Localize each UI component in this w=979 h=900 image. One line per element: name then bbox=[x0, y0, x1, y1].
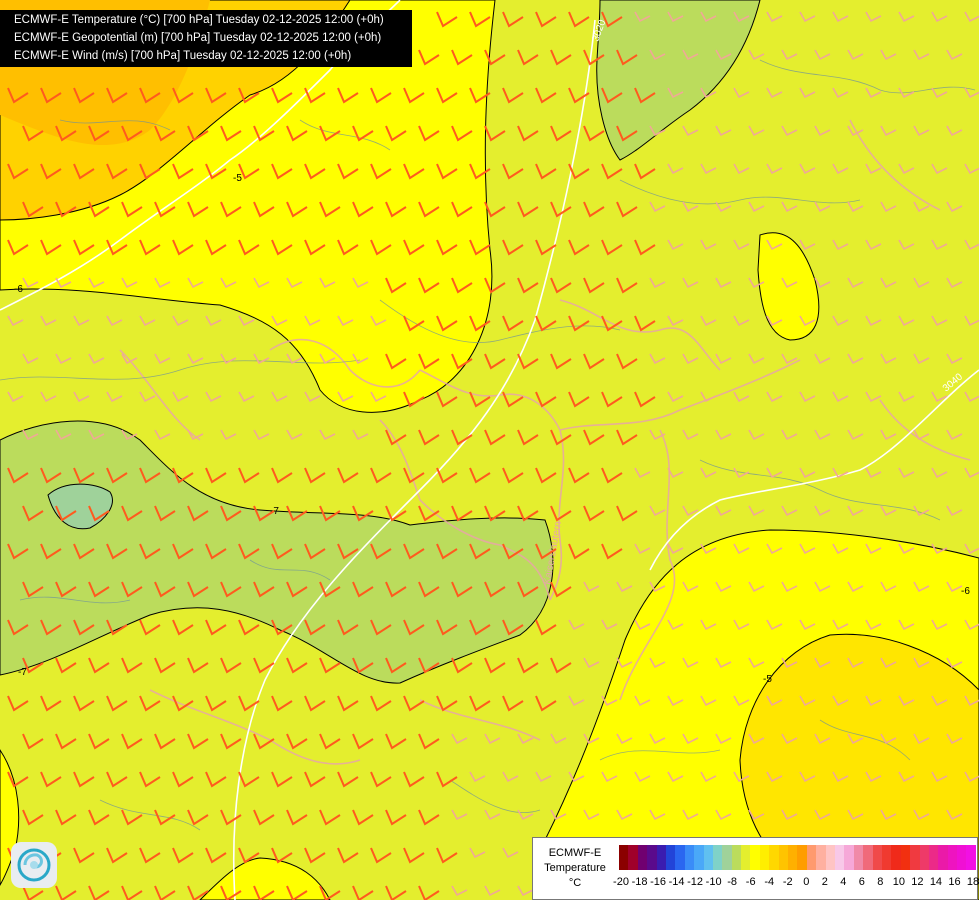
legend-label: ECMWF-E Temperature °C bbox=[533, 846, 617, 891]
legend-tick: -18 bbox=[631, 876, 648, 888]
legend-model: ECMWF-E bbox=[548, 847, 602, 859]
legend-swatch bbox=[778, 845, 789, 870]
legend-swatch bbox=[947, 845, 958, 870]
legend-tick: -2 bbox=[782, 876, 793, 888]
legend-tick: -10 bbox=[705, 876, 722, 888]
legend-swatch bbox=[797, 845, 807, 870]
legend-swatch bbox=[938, 845, 948, 870]
legend-swatch bbox=[881, 845, 892, 870]
legend-swatch bbox=[919, 845, 929, 870]
legend-swatch bbox=[910, 845, 920, 870]
legend-swatch bbox=[712, 845, 723, 870]
isotherm-label: -7 bbox=[18, 667, 27, 678]
wind-title: ECMWF-E Wind (m/s) [700 hPa] Tuesday 02-… bbox=[14, 50, 352, 62]
legend-swatch bbox=[834, 845, 845, 870]
legend-swatch bbox=[665, 845, 676, 870]
ecmwf-logo-icon bbox=[11, 842, 57, 888]
legend-swatch bbox=[863, 845, 873, 870]
legend-tick: -8 bbox=[727, 876, 738, 888]
legend-tick-labels: -20 -18 -16 -14 -12 -10 -8 -6 -4 -2 0 2 4 6 8 10 12 14 16 1… bbox=[613, 876, 979, 890]
legend-swatch bbox=[619, 845, 629, 870]
legend-swatch bbox=[900, 845, 911, 870]
temperature-legend: ECMWF-E Temperature °C -20 -18 -16 -14 -12 -1… bbox=[532, 837, 979, 900]
legend-tick: -12 bbox=[687, 876, 704, 888]
legend-tick: 10 bbox=[892, 876, 906, 888]
legend-tick: 8 bbox=[877, 876, 884, 888]
legend-swatch bbox=[741, 845, 751, 870]
legend-tick: 2 bbox=[821, 876, 828, 888]
legend-swatch bbox=[769, 845, 779, 870]
legend-swatch bbox=[656, 845, 666, 870]
legend-tick: 14 bbox=[929, 876, 943, 888]
legend-swatch bbox=[647, 845, 657, 870]
geopotential-title: ECMWF-E Geopotential (m) [700 hPa] Tuesd… bbox=[14, 32, 382, 44]
legend-swatch bbox=[722, 845, 732, 870]
legend-swatch bbox=[694, 845, 704, 870]
legend-swatch bbox=[759, 845, 770, 870]
temperature-title: ECMWF-E Temperature (°C) [700 hPa] Tuesd… bbox=[14, 14, 384, 26]
isotherm-label: -6 bbox=[14, 284, 23, 295]
legend-tick: -20 bbox=[613, 876, 629, 888]
legend-swatch bbox=[957, 845, 967, 870]
legend-swatch bbox=[825, 845, 835, 870]
legend-swatch bbox=[853, 845, 864, 870]
legend-swatch bbox=[788, 845, 798, 870]
legend-unit: °C bbox=[568, 877, 582, 889]
legend-tick: -14 bbox=[668, 876, 685, 888]
legend-swatch bbox=[816, 845, 826, 870]
legend-swatch bbox=[750, 845, 760, 870]
legend-swatch bbox=[806, 845, 817, 870]
map-title-box: ECMWF-E Temperature (°C) [700 hPa] Tuesd… bbox=[0, 10, 412, 67]
legend-swatch bbox=[872, 845, 882, 870]
legend-swatch bbox=[731, 845, 742, 870]
legend-swatch bbox=[844, 845, 854, 870]
legend-swatch bbox=[637, 845, 648, 870]
legend-tick: -6 bbox=[745, 876, 756, 888]
legend-color-scale bbox=[619, 845, 976, 870]
isotherm-label: -5 bbox=[763, 674, 772, 685]
temperature-map[interactable]: -5 -6 -7 -7 -5 -6 3020 3040 Kaiserslaute… bbox=[0, 0, 979, 900]
weather-map-viewer: -5 -6 -7 -7 -5 -6 3020 3040 Kaiserslaute… bbox=[0, 0, 979, 900]
legend-swatch bbox=[891, 845, 901, 870]
legend-swatch bbox=[675, 845, 685, 870]
legend-swatch bbox=[966, 845, 976, 870]
legend-tick: 18 bbox=[966, 876, 979, 888]
isotherm-label: -5 bbox=[233, 173, 242, 184]
legend-variable: Temperature bbox=[544, 862, 606, 874]
legend-tick: 12 bbox=[911, 876, 924, 888]
legend-tick: -4 bbox=[764, 876, 775, 888]
legend-swatch bbox=[928, 845, 939, 870]
legend-swatch bbox=[684, 845, 695, 870]
isotherm-label: -6 bbox=[961, 586, 970, 597]
legend-tick: 0 bbox=[803, 876, 810, 888]
legend-swatch bbox=[628, 845, 638, 870]
legend-tick: -16 bbox=[650, 876, 666, 888]
legend-tick: 6 bbox=[858, 876, 865, 888]
legend-swatch bbox=[703, 845, 713, 870]
legend-tick: 16 bbox=[948, 876, 961, 888]
legend-tick: 4 bbox=[840, 876, 847, 888]
